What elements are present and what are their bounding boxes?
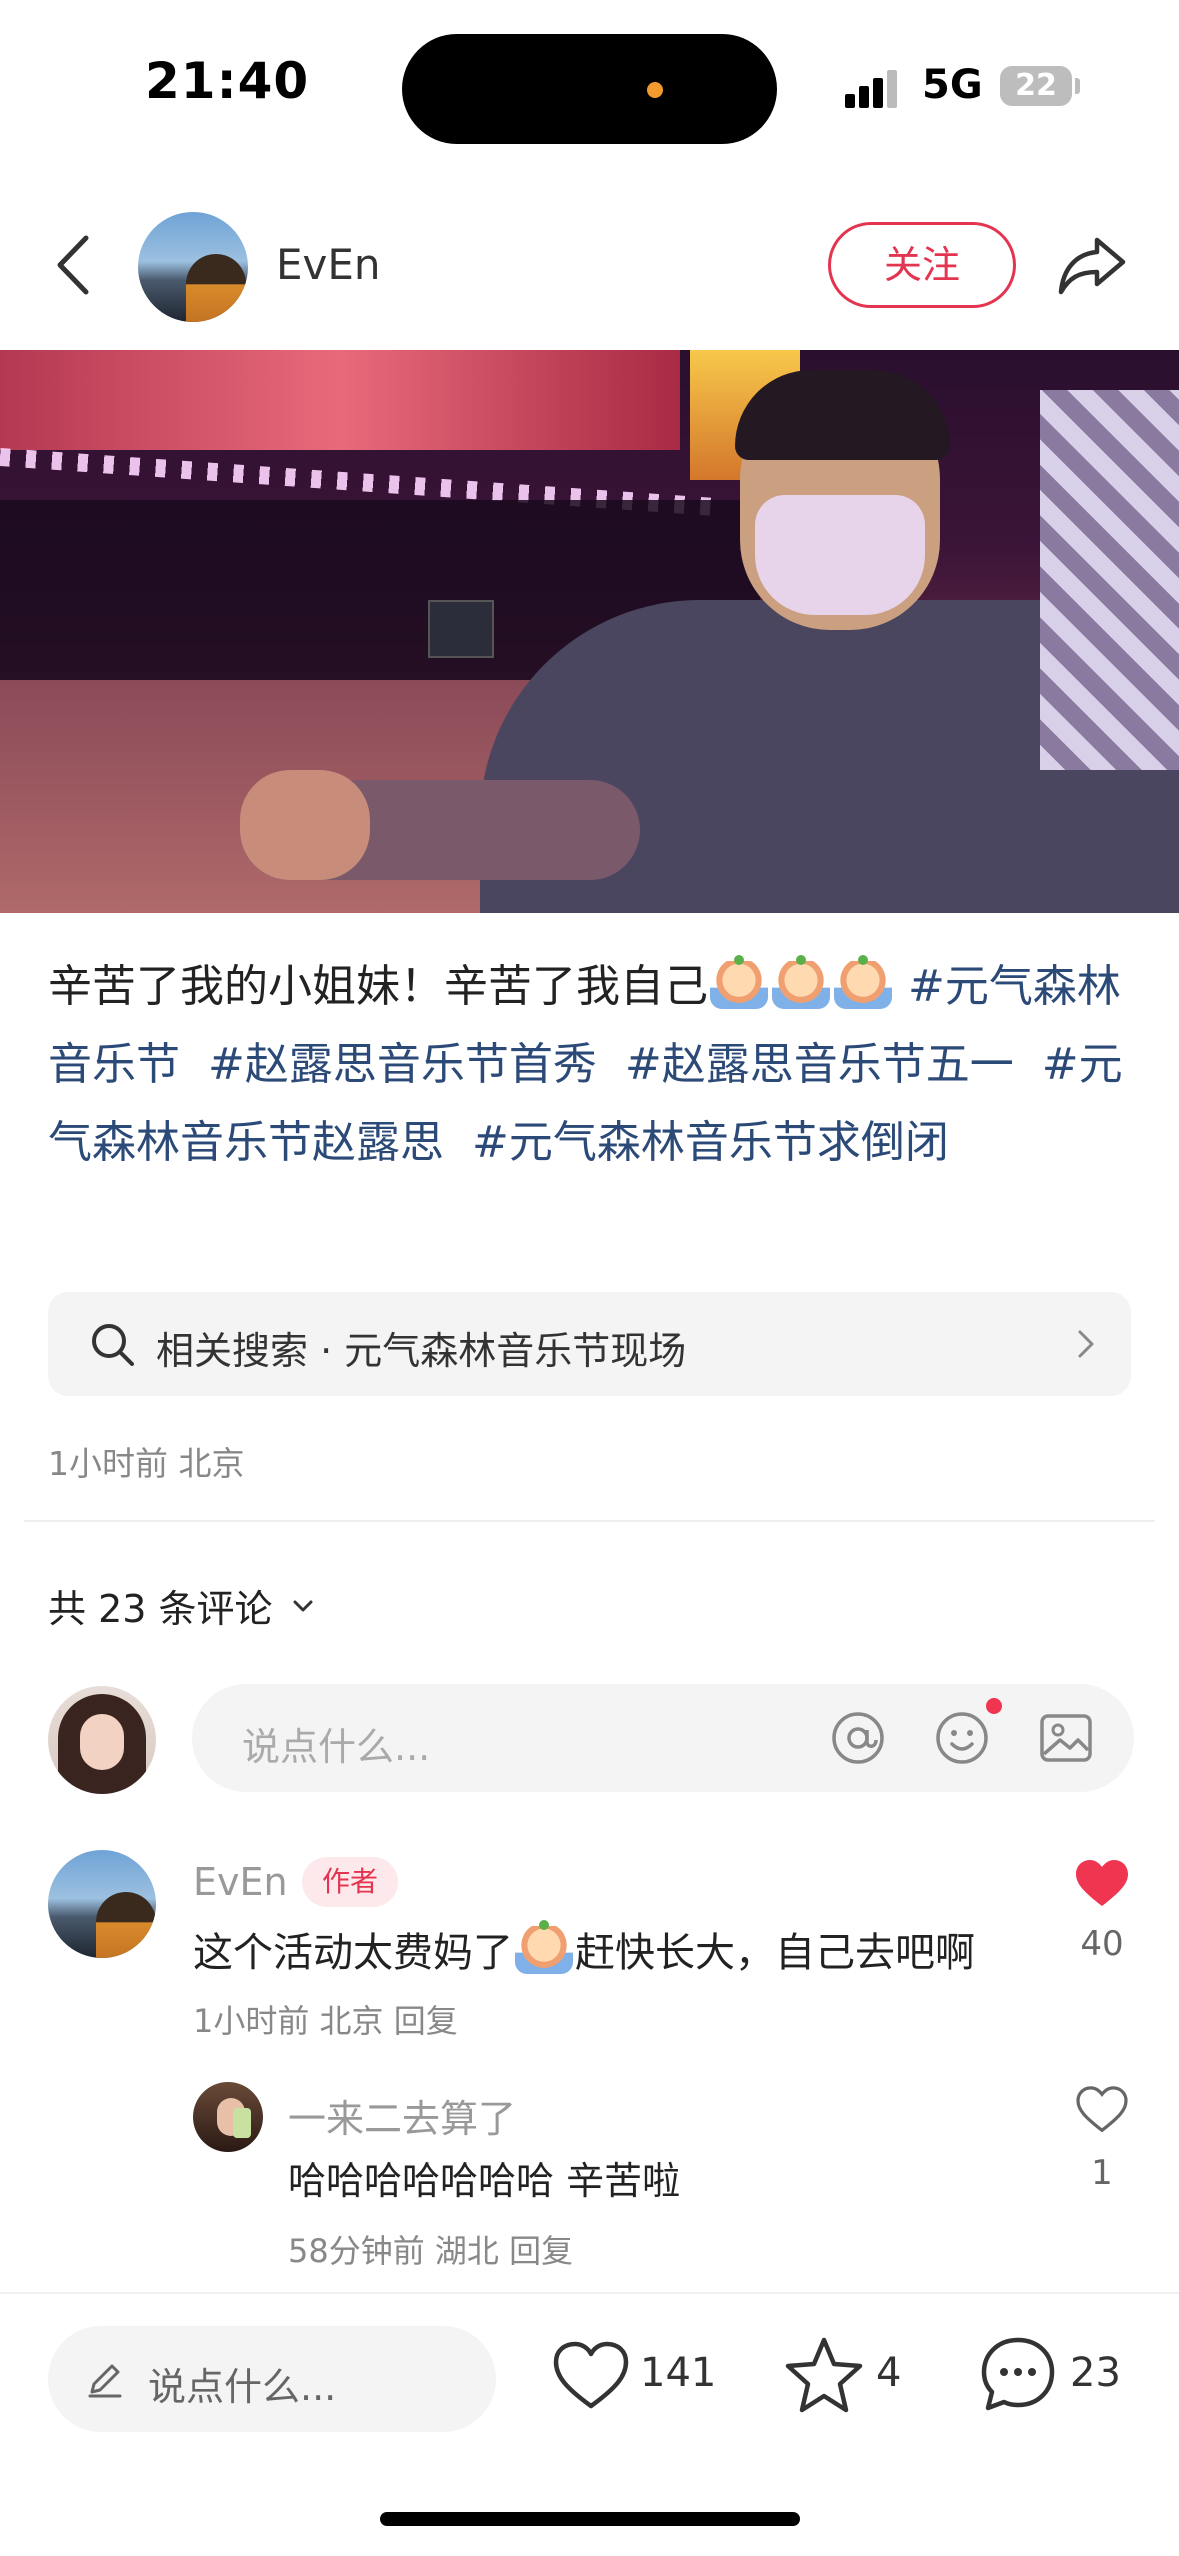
comments-count[interactable]: 共 23 条评论	[48, 1578, 317, 1633]
crying-emoji-icon	[710, 955, 768, 1009]
comment-text-part: 这个活动太费妈了	[193, 1930, 513, 1976]
author-name[interactable]: EvEn	[276, 240, 381, 289]
divider	[24, 1520, 1155, 1522]
search-icon	[92, 1324, 134, 1366]
related-search-text: 相关搜索 · 元气森林音乐节现场	[156, 1329, 687, 1373]
reply-text: 哈哈哈哈哈哈哈 辛苦啦	[288, 2159, 681, 2203]
comment-text-part: 赶快长大，自己去吧啊	[575, 1930, 975, 1976]
status-time: 21:40	[145, 52, 310, 110]
status-bar: 21:40 5G 22	[0, 0, 1179, 170]
post-header: EvEn 关注	[0, 200, 1179, 330]
comment-meta[interactable]: 1小时前 北京 回复	[193, 1996, 458, 2042]
caption-text: 辛苦了我的小姐妹！辛苦了我自己	[48, 961, 708, 1012]
comment-input[interactable]: 说点什么...	[192, 1684, 1134, 1792]
follow-button[interactable]: 关注	[828, 222, 1016, 308]
home-indicator[interactable]	[380, 2512, 800, 2526]
hashtag[interactable]: #赵露思音乐节五一	[625, 1039, 1014, 1090]
hashtag[interactable]: #赵露思音乐节首秀	[208, 1039, 597, 1090]
share-icon[interactable]	[1055, 230, 1130, 300]
star-count: 4	[876, 2350, 902, 2396]
chevron-right-icon	[1078, 1330, 1094, 1358]
heart-outline-icon[interactable]	[1076, 2086, 1128, 2134]
commenter-name[interactable]: EvEn	[193, 1860, 288, 1904]
post-image[interactable]	[0, 350, 1179, 913]
emoji-icon[interactable]	[934, 1710, 990, 1766]
mention-icon[interactable]	[830, 1710, 886, 1766]
crying-emoji-icon	[834, 955, 892, 1009]
crying-emoji-icon	[772, 955, 830, 1009]
comment-count: 23	[1070, 2350, 1121, 2396]
comment-text: 这个活动太费妈了 赶快长大，自己去吧啊	[193, 1920, 975, 1978]
like-count: 141	[640, 2350, 717, 2396]
signal-icon	[845, 68, 905, 108]
battery-cap	[1075, 78, 1080, 94]
bottom-divider	[0, 2292, 1179, 2294]
recording-dot-icon	[647, 82, 663, 98]
star-icon[interactable]	[784, 2334, 864, 2414]
like-icon[interactable]	[552, 2340, 630, 2412]
image-icon[interactable]	[1038, 1710, 1094, 1766]
comment-icon[interactable]	[978, 2334, 1058, 2414]
post-caption: 辛苦了我的小姐妹！辛苦了我自己 #元气森林音乐节 #赵露思音乐节首秀 #赵露思音…	[48, 948, 1138, 1182]
reply-avatar[interactable]	[193, 2082, 263, 2152]
author-avatar[interactable]	[138, 212, 248, 322]
heart-filled-icon[interactable]	[1074, 1858, 1130, 1910]
comment-like-count: 40	[1080, 1924, 1124, 1964]
battery-icon: 22	[1000, 66, 1072, 106]
back-icon[interactable]	[48, 230, 108, 300]
reply-like-count: 1	[1091, 2153, 1113, 2193]
pencil-icon	[88, 2364, 122, 2398]
my-avatar	[48, 1686, 156, 1794]
commenter-avatar[interactable]	[48, 1850, 156, 1958]
reply-meta[interactable]: 58分钟前 湖北 回复	[288, 2226, 573, 2272]
bottom-comment-input[interactable]: 说点什么...	[48, 2326, 496, 2432]
dynamic-island	[402, 34, 777, 144]
chevron-down-icon	[293, 1600, 313, 1612]
hashtag[interactable]: #元气森林音乐节求倒闭	[472, 1117, 949, 1168]
author-badge: 作者	[302, 1857, 398, 1907]
network-type: 5G	[922, 62, 983, 108]
related-search[interactable]: 相关搜索 · 元气森林音乐节现场	[48, 1292, 1131, 1396]
post-time-location: 1小时前 北京	[48, 1444, 245, 1483]
comments-count-label: 共 23 条评论	[48, 1587, 273, 1631]
reply-name[interactable]: 一来二去算了	[288, 2088, 516, 2143]
notification-dot	[986, 1698, 1002, 1714]
comment-placeholder: 说点什么...	[242, 1725, 431, 1769]
bottom-placeholder: 说点什么...	[148, 2365, 337, 2409]
crying-emoji-icon	[515, 1920, 573, 1974]
